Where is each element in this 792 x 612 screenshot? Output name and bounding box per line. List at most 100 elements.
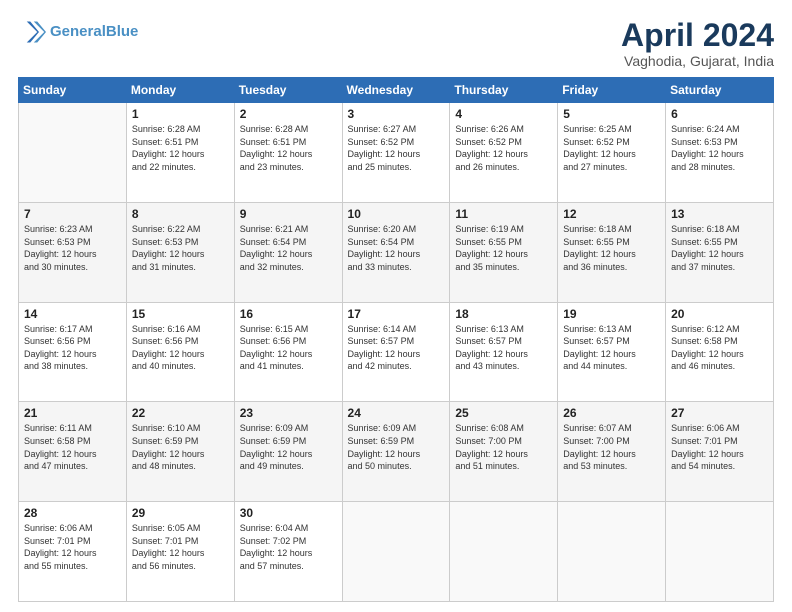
day-number: 26 [563, 406, 660, 420]
table-row: 7Sunrise: 6:23 AM Sunset: 6:53 PM Daylig… [19, 202, 127, 302]
day-number: 10 [348, 207, 445, 221]
day-number: 13 [671, 207, 768, 221]
day-info: Sunrise: 6:13 AM Sunset: 6:57 PM Dayligh… [455, 323, 552, 373]
table-row: 30 Sunrise: 6:04 AM Sunset: 7:02 PM Dayli… [234, 502, 342, 602]
table-row: 18 Sunrise: 6:13 AM Sunset: 6:57 PM Dayli… [450, 302, 558, 402]
table-row: 5 Sunrise: 6:25 AM Sunset: 6:52 PM Daylig… [558, 103, 666, 203]
col-monday: Monday [126, 78, 234, 103]
day-info: Sunrise: 6:06 AM Sunset: 7:01 PM Dayligh… [24, 522, 121, 572]
day-info: Sunrise: 6:27 AM Sunset: 6:52 PM Dayligh… [348, 123, 445, 173]
day-number: 19 [563, 307, 660, 321]
day-number: 29 [132, 506, 229, 520]
day-info: Sunrise: 6:05 AM Sunset: 7:01 PM Dayligh… [132, 522, 229, 572]
day-number: 17 [348, 307, 445, 321]
day-info: Sunrise: 6:28 AM Sunset: 6:51 PM Dayligh… [240, 123, 337, 173]
day-number: 8 [132, 207, 229, 221]
table-row: 2 Sunrise: 6:28 AM Sunset: 6:51 PM Daylig… [234, 103, 342, 203]
day-info: Sunrise: 6:24 AM Sunset: 6:53 PM Dayligh… [671, 123, 768, 173]
table-row: 10 Sunrise: 6:20 AM Sunset: 6:54 PM Dayli… [342, 202, 450, 302]
day-number: 15 [132, 307, 229, 321]
day-info: Sunrise: 6:04 AM Sunset: 7:02 PM Dayligh… [240, 522, 337, 572]
logo: GeneralBlue [18, 18, 138, 46]
logo-blue: Blue [106, 23, 139, 40]
table-row: 24Sunrise: 6:09 AM Sunset: 6:59 PM Dayli… [342, 402, 450, 502]
table-row: 13 Sunrise: 6:18 AM Sunset: 6:55 PM Dayli… [666, 202, 774, 302]
table-row: 16Sunrise: 6:15 AM Sunset: 6:56 PM Dayli… [234, 302, 342, 402]
table-row [558, 502, 666, 602]
month-title: April 2024 [621, 18, 774, 53]
calendar-table: Sunday Monday Tuesday Wednesday Thursday… [18, 77, 774, 602]
col-friday: Friday [558, 78, 666, 103]
day-number: 5 [563, 107, 660, 121]
day-info: Sunrise: 6:11 AM Sunset: 6:58 PM Dayligh… [24, 422, 121, 472]
table-row: 14 Sunrise: 6:17 AM Sunset: 6:56 PM Dayli… [19, 302, 127, 402]
table-row: 25 Sunrise: 6:08 AM Sunset: 7:00 PM Dayli… [450, 402, 558, 502]
table-row: 20 Sunrise: 6:12 AM Sunset: 6:58 PM Dayli… [666, 302, 774, 402]
table-row [342, 502, 450, 602]
day-info: Sunrise: 6:19 AM Sunset: 6:55 PM Dayligh… [455, 223, 552, 273]
day-number: 14 [24, 307, 121, 321]
day-number: 27 [671, 406, 768, 420]
calendar-week-row: 1 Sunrise: 6:28 AM Sunset: 6:51 PM Daylig… [19, 103, 774, 203]
calendar-week-row: 7Sunrise: 6:23 AM Sunset: 6:53 PM Daylig… [19, 202, 774, 302]
day-number: 28 [24, 506, 121, 520]
table-row: 26 Sunrise: 6:07 AM Sunset: 7:00 PM Dayli… [558, 402, 666, 502]
day-info: Sunrise: 6:13 AM Sunset: 6:57 PM Dayligh… [563, 323, 660, 373]
day-info: Sunrise: 6:18 AM Sunset: 6:55 PM Dayligh… [563, 223, 660, 273]
table-row: 1Sunrise: 6:28 AM Sunset: 6:51 PM Daylig… [126, 103, 234, 203]
day-info: Sunrise: 6:07 AM Sunset: 7:00 PM Dayligh… [563, 422, 660, 472]
calendar-week-row: 21 Sunrise: 6:11 AM Sunset: 6:58 PM Dayli… [19, 402, 774, 502]
day-number: 18 [455, 307, 552, 321]
table-row: 6 Sunrise: 6:24 AM Sunset: 6:53 PM Daylig… [666, 103, 774, 203]
table-row [450, 502, 558, 602]
table-row: 27Sunrise: 6:06 AM Sunset: 7:01 PM Dayli… [666, 402, 774, 502]
day-number: 2 [240, 107, 337, 121]
table-row: 15Sunrise: 6:16 AM Sunset: 6:56 PM Dayli… [126, 302, 234, 402]
header: GeneralBlue April 2024 Vaghodia, Gujarat… [18, 18, 774, 69]
day-info: Sunrise: 6:12 AM Sunset: 6:58 PM Dayligh… [671, 323, 768, 373]
table-row: 11 Sunrise: 6:19 AM Sunset: 6:55 PM Dayli… [450, 202, 558, 302]
table-row: 8 Sunrise: 6:22 AM Sunset: 6:53 PM Daylig… [126, 202, 234, 302]
logo-icon [18, 18, 46, 46]
day-info: Sunrise: 6:09 AM Sunset: 6:59 PM Dayligh… [240, 422, 337, 472]
table-row: 3 Sunrise: 6:27 AM Sunset: 6:52 PM Daylig… [342, 103, 450, 203]
day-number: 22 [132, 406, 229, 420]
page: GeneralBlue April 2024 Vaghodia, Gujarat… [0, 0, 792, 612]
day-number: 21 [24, 406, 121, 420]
day-info: Sunrise: 6:18 AM Sunset: 6:55 PM Dayligh… [671, 223, 768, 273]
table-row: 28 Sunrise: 6:06 AM Sunset: 7:01 PM Dayli… [19, 502, 127, 602]
day-number: 11 [455, 207, 552, 221]
calendar-week-row: 14 Sunrise: 6:17 AM Sunset: 6:56 PM Dayli… [19, 302, 774, 402]
col-tuesday: Tuesday [234, 78, 342, 103]
col-saturday: Saturday [666, 78, 774, 103]
day-number: 1 [132, 107, 229, 121]
day-info: Sunrise: 6:14 AM Sunset: 6:57 PM Dayligh… [348, 323, 445, 373]
day-number: 30 [240, 506, 337, 520]
location: Vaghodia, Gujarat, India [621, 53, 774, 69]
table-row: 23 Sunrise: 6:09 AM Sunset: 6:59 PM Dayli… [234, 402, 342, 502]
day-number: 3 [348, 107, 445, 121]
logo-text: GeneralBlue [50, 24, 138, 41]
day-number: 23 [240, 406, 337, 420]
day-info: Sunrise: 6:20 AM Sunset: 6:54 PM Dayligh… [348, 223, 445, 273]
day-number: 6 [671, 107, 768, 121]
table-row: 9 Sunrise: 6:21 AM Sunset: 6:54 PM Daylig… [234, 202, 342, 302]
table-row: 29 Sunrise: 6:05 AM Sunset: 7:01 PM Dayli… [126, 502, 234, 602]
day-info: Sunrise: 6:21 AM Sunset: 6:54 PM Dayligh… [240, 223, 337, 273]
table-row: 12Sunrise: 6:18 AM Sunset: 6:55 PM Dayli… [558, 202, 666, 302]
day-info: Sunrise: 6:22 AM Sunset: 6:53 PM Dayligh… [132, 223, 229, 273]
logo-general: General [50, 23, 106, 40]
day-info: Sunrise: 6:26 AM Sunset: 6:52 PM Dayligh… [455, 123, 552, 173]
table-row: 19 Sunrise: 6:13 AM Sunset: 6:57 PM Dayli… [558, 302, 666, 402]
table-row [19, 103, 127, 203]
day-number: 9 [240, 207, 337, 221]
calendar-header-row: Sunday Monday Tuesday Wednesday Thursday… [19, 78, 774, 103]
day-info: Sunrise: 6:09 AM Sunset: 6:59 PM Dayligh… [348, 422, 445, 472]
day-info: Sunrise: 6:08 AM Sunset: 7:00 PM Dayligh… [455, 422, 552, 472]
day-info: Sunrise: 6:25 AM Sunset: 6:52 PM Dayligh… [563, 123, 660, 173]
day-number: 20 [671, 307, 768, 321]
day-number: 25 [455, 406, 552, 420]
col-wednesday: Wednesday [342, 78, 450, 103]
day-info: Sunrise: 6:17 AM Sunset: 6:56 PM Dayligh… [24, 323, 121, 373]
table-row [666, 502, 774, 602]
